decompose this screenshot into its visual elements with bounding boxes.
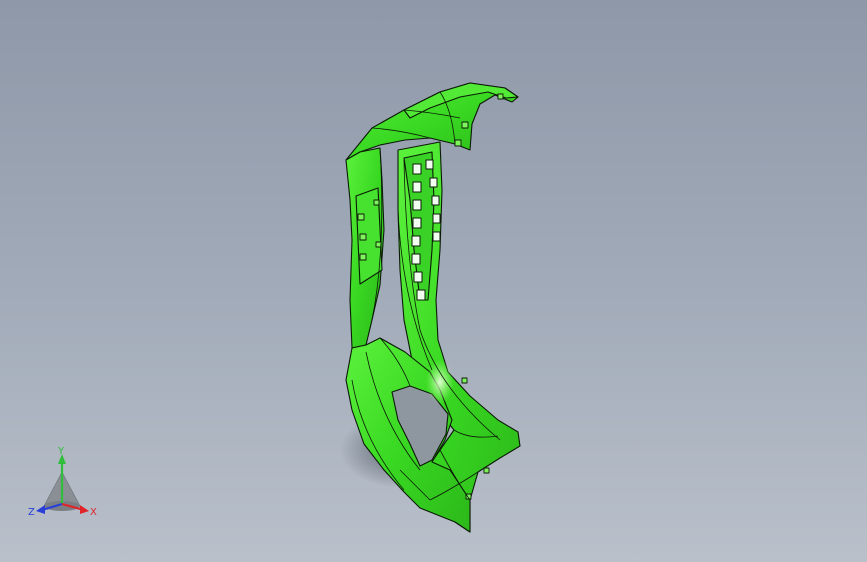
z-axis-arrow-icon [36, 505, 45, 514]
slot [411, 235, 421, 247]
clip-tab [454, 139, 462, 147]
clip-tab [497, 93, 504, 100]
slot [412, 163, 422, 175]
slot [431, 195, 440, 206]
clip-tab [375, 241, 382, 248]
slot [413, 271, 423, 283]
clip-tab [373, 199, 380, 206]
z-axis-label: Z [28, 507, 35, 518]
graphics-viewport[interactable]: Y X Z [0, 0, 867, 562]
slot [412, 181, 422, 193]
clip-tab [461, 377, 468, 384]
clip-tab [483, 467, 490, 474]
slot [416, 289, 426, 301]
slot [411, 253, 421, 265]
x-axis-label: X [90, 507, 97, 518]
clip-tab [461, 121, 469, 129]
clip-tab [359, 233, 367, 241]
x-axis-arrow-icon [80, 505, 89, 514]
slot [425, 159, 434, 170]
slot [432, 231, 441, 242]
slot [412, 199, 422, 211]
slot [412, 217, 422, 229]
3d-model-view[interactable] [0, 0, 867, 562]
slot [432, 213, 441, 224]
clip-tab [357, 213, 365, 221]
slot [429, 177, 438, 188]
clip-tab [359, 253, 367, 261]
y-axis-label: Y [57, 446, 65, 457]
view-orientation-triad-icon[interactable]: Y X Z [20, 446, 110, 526]
